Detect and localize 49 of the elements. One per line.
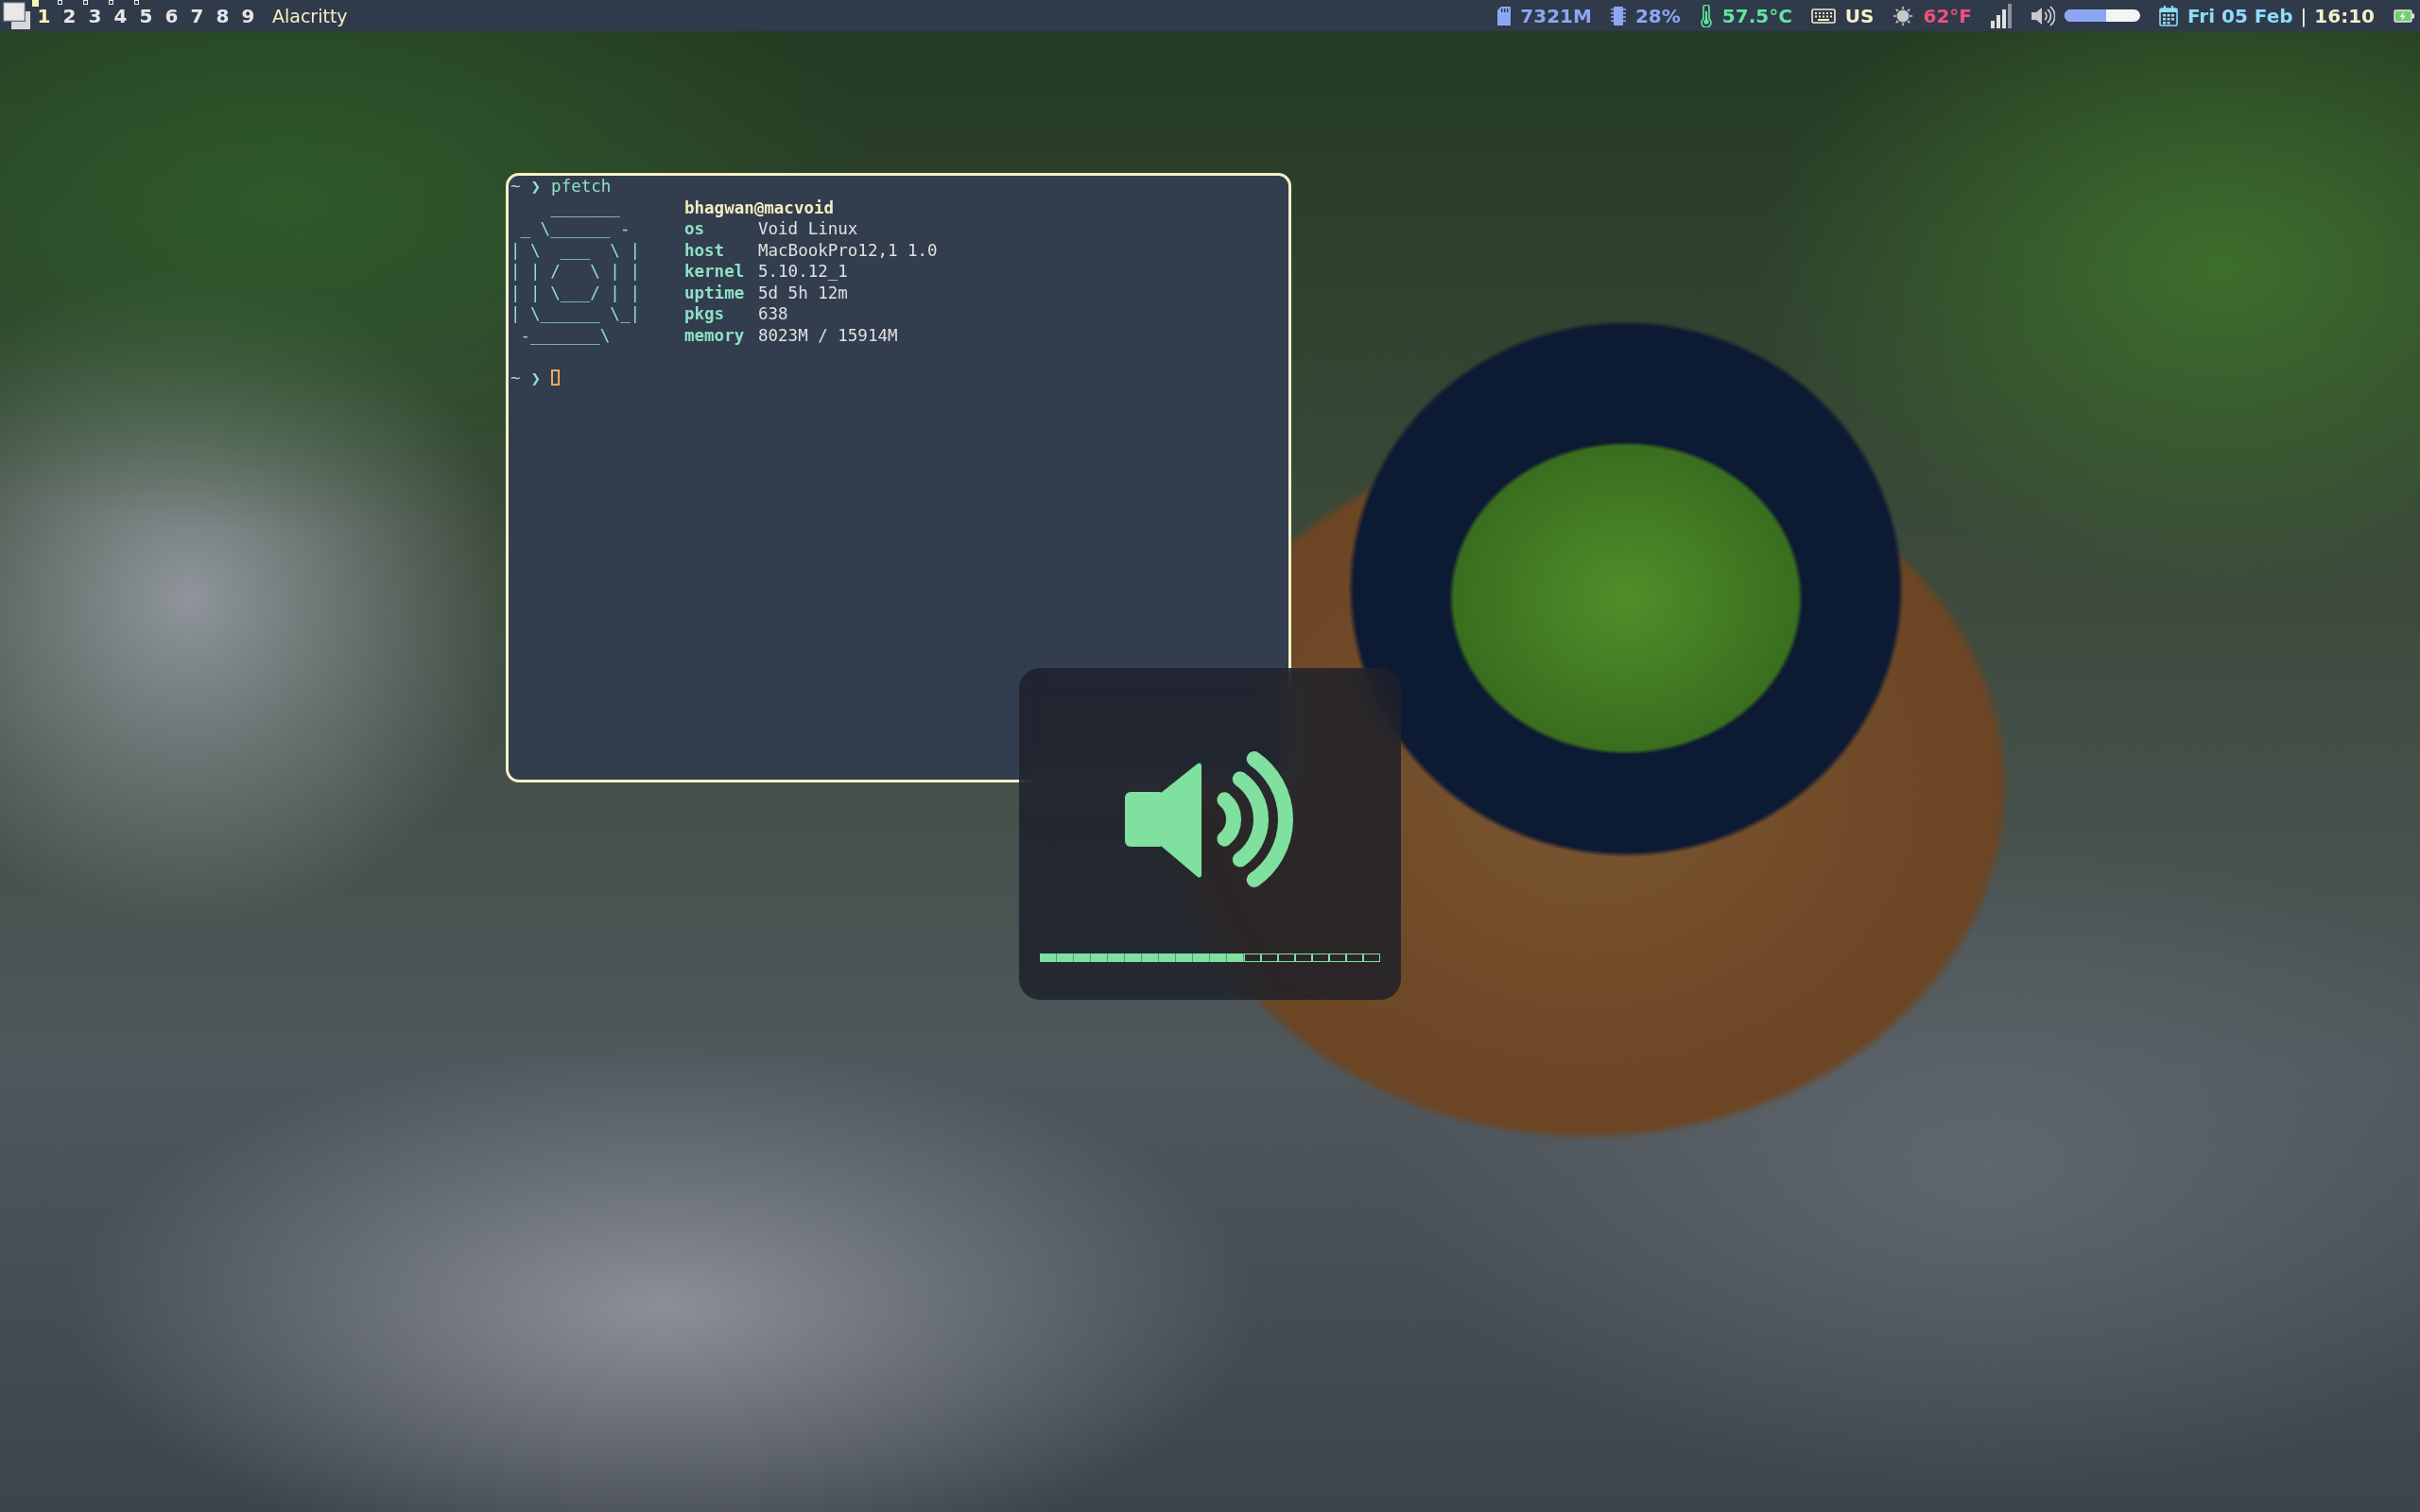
info-value: 5.10.12_1 [758,261,848,283]
layout-icon [3,1,31,30]
battery-icon [2394,8,2414,24]
workspace-button[interactable]: 2 [57,0,82,31]
temperature-reading: 57.5°C [1721,4,1792,27]
info-value: 5d 5h 12m [758,282,848,303]
info-key: pkgs [684,303,725,325]
info-value: Void Linux [758,218,858,240]
sd-card-icon [1497,6,1512,26]
speaker-icon [2031,5,2055,26]
clock-time: 16:10 [2314,4,2375,27]
keyboard-layout: US [1844,4,1875,27]
workspace-button[interactable]: 6 [159,0,184,31]
info-key: host [684,239,725,261]
prompt-symbol: ❯ [530,367,542,388]
workspace-button[interactable]: 5 [133,0,159,31]
prompt-directory: ~ [510,176,521,198]
thermometer-icon [1699,4,1713,27]
weather-temperature: 62°F [1923,4,1972,27]
workspace-button[interactable]: 4 [108,0,133,31]
date-text: Fri 05 Feb [2187,4,2293,27]
calendar-icon [2159,5,2178,26]
window-title: Alacritty [272,5,348,26]
info-key: os [684,218,705,240]
chip-icon [1610,5,1626,26]
prompt-directory: ~ [510,367,521,388]
volume-slider[interactable] [2065,9,2140,22]
workspace-button[interactable]: 7 [184,0,210,31]
prompt-symbol: ❯ [530,176,542,198]
ascii-logo: _______ _ \______ - | \ ___ \ | | | / \ | | | | \___/ | | | \______ \_| -_______\ [510,197,641,346]
sun-icon [1893,5,1914,26]
user-host: bhagwan@macvoid [684,197,835,218]
text-cursor [551,369,561,387]
cpu-usage: 28% [1634,4,1681,27]
keyboard-icon [1810,8,1836,24]
signal-bars-icon [1991,3,2012,28]
info-value: MacBookPro12,1 1.0 [758,239,938,261]
separator-text: | [2300,4,2308,27]
memory-usage: 7321M [1520,4,1592,27]
info-key: kernel [684,261,745,283]
workspace-button[interactable]: 1 [31,0,57,31]
info-key: uptime [684,282,745,303]
info-value: 8023M / 15914M [758,324,898,346]
info-value: 638 [758,303,788,325]
info-key: memory [684,324,745,346]
command-text: pfetch [551,176,612,198]
workspace-button[interactable]: 8 [210,0,235,31]
workspace-button[interactable]: 3 [82,0,108,31]
workspace-button[interactable]: 9 [235,0,261,31]
